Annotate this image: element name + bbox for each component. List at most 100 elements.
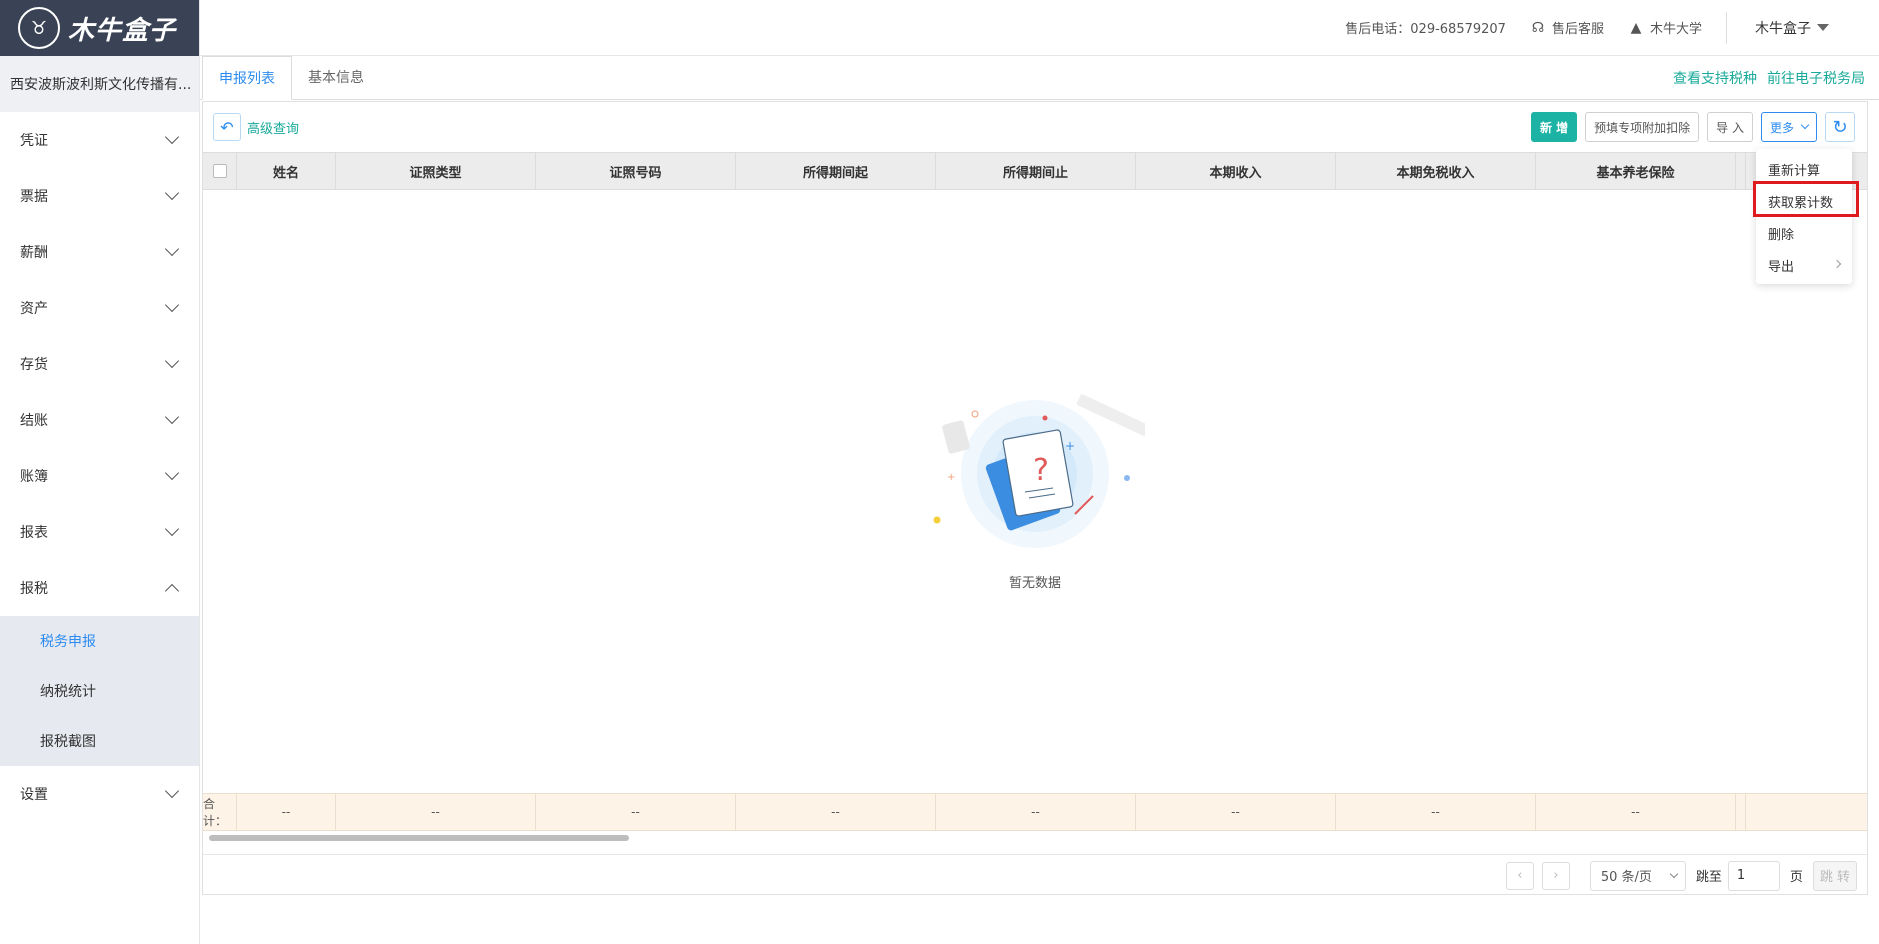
prev-page-button[interactable]: ‹ bbox=[1505, 861, 1534, 890]
app-root: ♉ 木牛盒子 西安波斯波利斯文化传播有... 凭证 票据 薪酬 资产 存货 结账… bbox=[0, 0, 1879, 944]
tab-declaration-list[interactable]: 申报列表 bbox=[202, 56, 292, 100]
sidebar-item-label: 资产 bbox=[20, 301, 48, 317]
logo-text: 木牛盒子 bbox=[68, 15, 177, 46]
column-header-name[interactable]: 姓名 bbox=[237, 153, 336, 189]
summary-cell: -- bbox=[336, 794, 536, 830]
sidebar-item-label: 报表 bbox=[20, 525, 48, 541]
jump-button[interactable]: 跳 转 bbox=[1812, 860, 1857, 891]
select-all-cell bbox=[203, 153, 237, 189]
chevron-left-icon: ‹ bbox=[1517, 868, 1523, 883]
chevron-down-icon bbox=[164, 409, 180, 425]
sidebar-subitem-tax-statistics[interactable]: 纳税统计 bbox=[0, 666, 199, 716]
menu-item-export-label: 导出 bbox=[1768, 259, 1795, 275]
user-menu[interactable]: 木牛盒子 bbox=[1755, 18, 1829, 38]
chevron-down-icon bbox=[164, 465, 180, 481]
menu-item-get-cumulative[interactable]: 获取累计数 bbox=[1756, 185, 1852, 217]
svg-text:+: + bbox=[947, 472, 955, 483]
sidebar-subitem-tax-declaration[interactable]: 税务申报 bbox=[0, 616, 199, 666]
toolbar-actions: 新 增 预填专项附加扣除 导 入 更多 ↻ bbox=[1523, 112, 1855, 142]
sidebar-item-settings[interactable]: 设置 bbox=[0, 766, 199, 822]
table-header: 姓名 证照类型 证照号码 所得期间起 所得期间止 本期收入 本期免税收入 基本养… bbox=[203, 152, 1867, 190]
top-bar: 售后电话：029-68579207 ☊ 售后客服 ▲ 木牛大学 木牛盒子 bbox=[200, 0, 1879, 56]
support-phone: 售后电话：029-68579207 bbox=[1345, 18, 1506, 37]
scrollbar-thumb[interactable] bbox=[209, 835, 629, 841]
pagination: ‹ › 50 条/页 跳至 1 页 跳 转 bbox=[203, 854, 1867, 896]
horizontal-scrollbar[interactable] bbox=[205, 833, 1865, 843]
sidebar-item-assets[interactable]: 资产 bbox=[0, 280, 199, 336]
goto-tax-bureau-link[interactable]: 前往电子税务局 bbox=[1767, 68, 1865, 88]
chevron-up-icon bbox=[164, 583, 180, 599]
chevron-right-icon bbox=[1832, 259, 1842, 269]
refresh-icon: ↻ bbox=[1832, 116, 1848, 138]
empty-state: ? + + 暂无数据 bbox=[203, 392, 1867, 591]
university-label: 木牛大学 bbox=[1649, 22, 1702, 37]
header-divider bbox=[1726, 11, 1727, 44]
logo[interactable]: ♉ 木牛盒子 bbox=[0, 0, 199, 56]
sidebar-subitem-tax-screenshots[interactable]: 报税截图 bbox=[0, 716, 199, 766]
bull-logo-icon: ♉ bbox=[18, 7, 60, 49]
column-header-period-start[interactable]: 所得期间起 bbox=[736, 153, 936, 189]
chevron-down-icon bbox=[164, 521, 180, 537]
view-tax-types-link[interactable]: 查看支持税种 bbox=[1673, 68, 1757, 88]
summary-cell: -- bbox=[1536, 794, 1736, 830]
tax-submenu: 税务申报 纳税统计 报税截图 bbox=[0, 616, 199, 766]
page-suffix: 页 bbox=[1789, 870, 1803, 885]
svg-text:?: ? bbox=[1033, 453, 1049, 488]
menu-item-recalculate[interactable]: 重新计算 bbox=[1756, 153, 1852, 185]
customer-service-link[interactable]: ☊ 售后客服 bbox=[1530, 18, 1604, 38]
sidebar-item-tax[interactable]: 报税 bbox=[0, 560, 199, 616]
add-button[interactable]: 新 增 bbox=[1530, 112, 1578, 142]
empty-text: 暂无数据 bbox=[1008, 576, 1061, 591]
advanced-query-link[interactable]: 高级查询 bbox=[247, 118, 299, 137]
column-header-income[interactable]: 本期收入 bbox=[1136, 153, 1336, 189]
back-button[interactable]: ↶ bbox=[213, 113, 241, 141]
column-header-spacer bbox=[1736, 153, 1746, 189]
chevron-down-icon bbox=[164, 297, 180, 313]
more-dropdown-menu: 重新计算 获取累计数 删除 导出 bbox=[1756, 149, 1852, 284]
column-header-id-type[interactable]: 证照类型 bbox=[336, 153, 536, 189]
more-button[interactable]: 更多 bbox=[1760, 112, 1817, 142]
company-selector[interactable]: 西安波斯波利斯文化传播有... bbox=[0, 56, 199, 112]
prefill-deduction-button[interactable]: 预填专项附加扣除 bbox=[1585, 112, 1700, 142]
university-link[interactable]: ▲ 木牛大学 bbox=[1628, 18, 1702, 38]
chevron-down-icon bbox=[164, 353, 180, 369]
summary-cell: -- bbox=[536, 794, 736, 830]
summary-cell: -- bbox=[1336, 794, 1536, 830]
sidebar-item-label: 薪酬 bbox=[20, 245, 48, 261]
sidebar-item-label: 报税 bbox=[20, 581, 48, 597]
sidebar-item-bills[interactable]: 票据 bbox=[0, 168, 199, 224]
sidebar-item-inventory[interactable]: 存货 bbox=[0, 336, 199, 392]
select-all-checkbox[interactable] bbox=[212, 164, 227, 178]
svg-text:+: + bbox=[1065, 439, 1075, 453]
more-label: 更多 bbox=[1769, 120, 1794, 135]
sidebar-item-label: 账簿 bbox=[20, 469, 48, 485]
next-page-button[interactable]: › bbox=[1541, 861, 1570, 890]
undo-arrow-icon: ↶ bbox=[220, 117, 234, 137]
summary-spacer bbox=[1736, 794, 1746, 830]
table-summary-row: 合计： -- -- -- -- -- -- -- -- bbox=[203, 793, 1867, 831]
sidebar-item-voucher[interactable]: 凭证 bbox=[0, 112, 199, 168]
column-header-id-number[interactable]: 证照号码 bbox=[536, 153, 736, 189]
headset-icon: ☊ bbox=[1531, 19, 1545, 36]
sidebar-item-reports[interactable]: 报表 bbox=[0, 504, 199, 560]
menu-item-export[interactable]: 导出 bbox=[1756, 249, 1852, 281]
import-button[interactable]: 导 入 bbox=[1707, 112, 1753, 142]
page-number-input[interactable]: 1 bbox=[1727, 860, 1780, 891]
column-header-tax-free-income[interactable]: 本期免税收入 bbox=[1336, 153, 1536, 189]
tab-basic-info[interactable]: 基本信息 bbox=[292, 55, 380, 99]
no-data-illustration-icon: ? + + bbox=[925, 392, 1154, 552]
menu-item-delete[interactable]: 删除 bbox=[1756, 217, 1852, 249]
sidebar-item-salary[interactable]: 薪酬 bbox=[0, 224, 199, 280]
chevron-down-icon bbox=[164, 185, 180, 201]
jump-label: 跳至 bbox=[1695, 870, 1722, 885]
user-name: 木牛盒子 bbox=[1755, 20, 1811, 37]
refresh-button[interactable]: ↻ bbox=[1825, 112, 1855, 142]
sidebar-item-ledgers[interactable]: 账簿 bbox=[0, 448, 199, 504]
column-header-pension[interactable]: 基本养老保险 bbox=[1536, 153, 1736, 189]
sidebar-item-label: 设置 bbox=[20, 787, 48, 803]
column-header-period-end[interactable]: 所得期间止 bbox=[936, 153, 1136, 189]
sidebar-item-closing[interactable]: 结账 bbox=[0, 392, 199, 448]
page-size-select[interactable]: 50 条/页 bbox=[1589, 860, 1686, 891]
summary-cell: -- bbox=[936, 794, 1136, 830]
sidebar-item-label: 票据 bbox=[20, 189, 48, 205]
